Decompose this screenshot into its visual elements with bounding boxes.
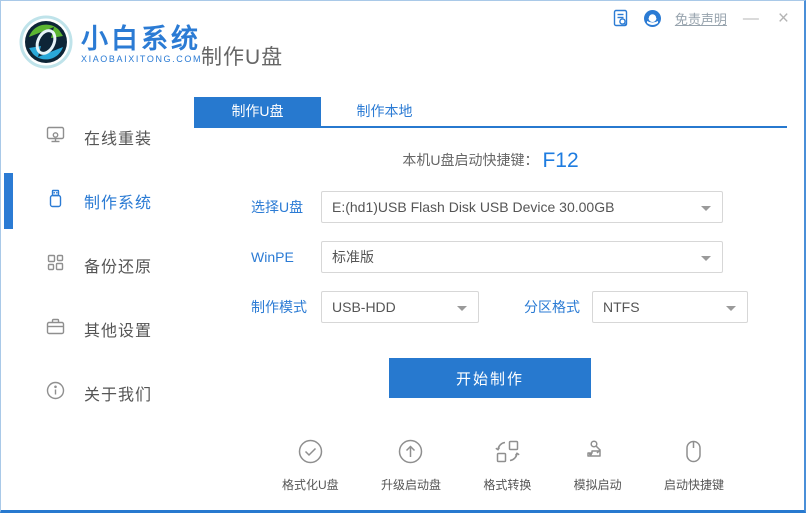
logo-icon (19, 15, 73, 74)
boot-hotkey-line: 本机U盘启动快捷键：F12 (194, 149, 787, 173)
usb-select-row: 选择U盘 E:(hd1)USB Flash Disk USB Device 30… (194, 191, 787, 223)
utility-label: 模拟启动 (574, 476, 622, 493)
utility-label: 格式化U盘 (282, 476, 339, 493)
sidebar-item-label: 关于我们 (84, 381, 152, 405)
utility-label: 升级启动盘 (381, 476, 441, 493)
winpe-value: 标准版 (332, 249, 374, 265)
usb-select-label: 选择U盘 (251, 197, 321, 217)
utility-upgrade-boot-disk[interactable]: 升级启动盘 (381, 438, 441, 493)
winpe-label: WinPE (251, 249, 321, 265)
usb-select-value: E:(hd1)USB Flash Disk USB Device 30.00GB (332, 199, 614, 215)
minimize-button[interactable]: — (740, 11, 762, 27)
chevron-down-icon (701, 206, 711, 211)
chevron-down-icon (726, 306, 736, 311)
utility-label: 格式转换 (483, 476, 531, 493)
sidebar-item-make-system[interactable]: 制作系统 (1, 169, 188, 233)
mouse-icon (680, 438, 707, 470)
make-mode-label: 制作模式 (251, 297, 321, 317)
tab-bar: 制作U盘 制作本地 (194, 97, 787, 128)
page-title: 制作U盘 (201, 41, 283, 71)
sidebar-item-label: 其他设置 (84, 317, 152, 341)
customer-service-icon[interactable] (643, 9, 662, 28)
sidebar-item-online-reinstall[interactable]: 在线重装 (1, 105, 188, 169)
arrow-up-circle-icon (397, 438, 424, 470)
winpe-row: WinPE 标准版 (194, 241, 787, 273)
partition-format-label: 分区格式 (524, 297, 592, 317)
winpe-dropdown[interactable]: 标准版 (321, 241, 723, 273)
sidebar: 在线重装 制作系统 备份还原 (1, 105, 188, 425)
usb-select-dropdown[interactable]: E:(hd1)USB Flash Disk USB Device 30.00GB (321, 191, 723, 223)
chevron-down-icon (701, 256, 711, 261)
document-search-icon[interactable] (611, 9, 630, 28)
start-make-button[interactable]: 开始制作 (389, 358, 591, 398)
mode-partition-row: 制作模式 USB-HDD 分区格式 NTFS (194, 291, 787, 323)
briefcase-icon (45, 316, 66, 342)
sidebar-item-label: 备份还原 (84, 253, 152, 277)
stamp-icon (584, 438, 611, 470)
sidebar-item-about-us[interactable]: 关于我们 (1, 361, 188, 425)
utility-format-usb[interactable]: 格式化U盘 (282, 438, 339, 493)
brand-name: 小白系统 (81, 25, 202, 53)
app-window: 免责声明 — × 小白系统 XIAOBAIXITONG.COM 制作U盘 (0, 0, 806, 513)
titlebar: 免责声明 — × (611, 9, 792, 28)
tab-make-local[interactable]: 制作本地 (321, 97, 448, 126)
boot-hotkey-value: F12 (542, 149, 578, 172)
utility-simulate-boot[interactable]: 模拟启动 (574, 438, 622, 493)
brand-domain: XIAOBAIXITONG.COM (81, 54, 202, 64)
sidebar-item-label: 在线重装 (84, 125, 152, 149)
brand-logo: 小白系统 XIAOBAIXITONG.COM (19, 15, 202, 74)
chevron-down-icon (457, 306, 467, 311)
usb-drive-icon (45, 188, 66, 214)
monitor-icon (45, 124, 66, 150)
sidebar-item-backup-restore[interactable]: 备份还原 (1, 233, 188, 297)
brand-text: 小白系统 XIAOBAIXITONG.COM (81, 25, 202, 63)
sidebar-item-other-settings[interactable]: 其他设置 (1, 297, 188, 361)
convert-icon (494, 438, 521, 470)
partition-format-dropdown[interactable]: NTFS (592, 291, 748, 323)
info-icon (45, 380, 66, 406)
utility-label: 启动快捷键 (664, 476, 724, 493)
sidebar-item-label: 制作系统 (84, 189, 152, 213)
close-button[interactable]: × (775, 9, 792, 28)
tab-make-usb[interactable]: 制作U盘 (194, 97, 321, 126)
check-circle-icon (297, 438, 324, 470)
utility-toolbar: 格式化U盘 升级启动盘 (282, 438, 724, 493)
grid-icon (45, 252, 66, 278)
partition-format-value: NTFS (603, 299, 640, 315)
utility-boot-hotkey[interactable]: 启动快捷键 (664, 438, 724, 493)
disclaimer-link[interactable]: 免责声明 (675, 9, 727, 28)
main-panel: 制作U盘 制作本地 本机U盘启动快捷键：F12 选择U盘 E:(hd1)USB … (194, 97, 787, 497)
utility-format-convert[interactable]: 格式转换 (483, 438, 531, 493)
make-mode-dropdown[interactable]: USB-HDD (321, 291, 479, 323)
boot-hotkey-label: 本机U盘启动快捷键： (402, 152, 538, 168)
make-mode-value: USB-HDD (332, 299, 396, 315)
